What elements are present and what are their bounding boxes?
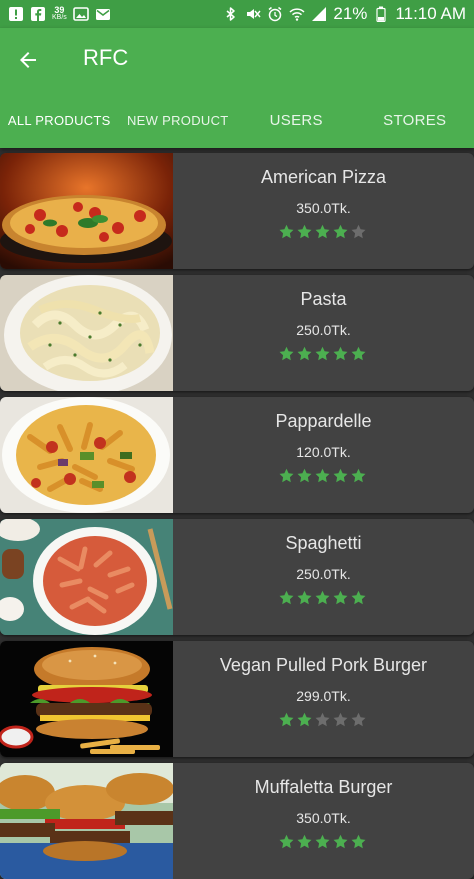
- product-price: 350.0Tk.: [173, 810, 474, 826]
- tab-label: ALL PRODUCTS: [8, 113, 111, 128]
- product-image-pizza: [0, 153, 173, 269]
- product-name: Spaghetti: [173, 533, 474, 554]
- rating-stars: [279, 468, 366, 483]
- product-card[interactable]: American Pizza 350.0Tk.: [0, 153, 474, 269]
- product-price: 250.0Tk.: [173, 322, 474, 338]
- product-name: Vegan Pulled Pork Burger: [173, 655, 474, 676]
- product-info: Spaghetti 250.0Tk.: [173, 519, 474, 635]
- alert-icon: [8, 6, 24, 22]
- network-speed-unit: KB/s: [52, 14, 67, 22]
- star-filled-icon: [351, 590, 366, 605]
- product-info: Muffaletta Burger 350.0Tk.: [173, 763, 474, 879]
- alarm-icon: [267, 6, 283, 22]
- app-title: RFC: [83, 45, 128, 71]
- product-info: Pappardelle 120.0Tk.: [173, 397, 474, 513]
- star-filled-icon: [279, 346, 294, 361]
- product-name: Pappardelle: [173, 411, 474, 432]
- product-image-burgers: [0, 763, 173, 879]
- tab-users[interactable]: USERS: [237, 92, 356, 148]
- star-filled-icon: [333, 468, 348, 483]
- product-image-fettuccine: [0, 275, 173, 391]
- product-card[interactable]: Muffaletta Burger 350.0Tk.: [0, 763, 474, 879]
- star-filled-icon: [297, 468, 312, 483]
- arrow-left-icon: [16, 48, 40, 72]
- tab-label: USERS: [270, 112, 323, 129]
- battery-percent: 21%: [333, 4, 367, 24]
- product-card[interactable]: Pasta 250.0Tk.: [0, 275, 474, 391]
- tab-new-product[interactable]: NEW PRODUCT: [119, 92, 238, 148]
- star-filled-icon: [279, 468, 294, 483]
- status-bar-left: 39 KB/s: [8, 6, 111, 22]
- star-filled-icon: [297, 224, 312, 239]
- app-bar: RFC ALL PRODUCTS NEW PRODUCT USERS STORE…: [0, 28, 474, 148]
- star-empty-icon: [351, 712, 366, 727]
- star-filled-icon: [297, 712, 312, 727]
- tab-stores[interactable]: STORES: [356, 92, 474, 148]
- network-speed: 39 KB/s: [52, 6, 67, 22]
- rating-stars: [279, 224, 366, 239]
- product-name: Muffaletta Burger: [173, 777, 474, 798]
- product-name: American Pizza: [173, 167, 474, 188]
- rating-stars: [279, 712, 366, 727]
- tab-label: NEW PRODUCT: [127, 113, 229, 128]
- product-image-burger: [0, 641, 173, 757]
- network-speed-value: 39: [52, 6, 67, 14]
- status-bar-right: 21% 11:10 AM: [223, 4, 466, 24]
- star-filled-icon: [351, 468, 366, 483]
- status-bar: 39 KB/s 21% 11:10 AM: [0, 0, 474, 28]
- signal-icon: [311, 6, 327, 22]
- product-price: 250.0Tk.: [173, 566, 474, 582]
- star-filled-icon: [333, 224, 348, 239]
- rating-stars: [279, 346, 366, 361]
- product-image-penne-tomato: [0, 519, 173, 635]
- product-image-penne-veg: [0, 397, 173, 513]
- facebook-icon: [30, 6, 46, 22]
- product-info: American Pizza 350.0Tk.: [173, 153, 474, 269]
- product-card[interactable]: Pappardelle 120.0Tk.: [0, 397, 474, 513]
- tab-all-products[interactable]: ALL PRODUCTS: [0, 92, 119, 148]
- tab-label: STORES: [383, 112, 446, 129]
- wifi-icon: [289, 6, 305, 22]
- star-filled-icon: [333, 590, 348, 605]
- product-name: Pasta: [173, 289, 474, 310]
- star-filled-icon: [315, 346, 330, 361]
- star-empty-icon: [333, 712, 348, 727]
- star-filled-icon: [279, 224, 294, 239]
- star-filled-icon: [351, 346, 366, 361]
- product-price: 350.0Tk.: [173, 200, 474, 216]
- star-filled-icon: [279, 712, 294, 727]
- star-empty-icon: [315, 712, 330, 727]
- product-price: 299.0Tk.: [173, 688, 474, 704]
- mute-icon: [245, 6, 261, 22]
- rating-stars: [279, 590, 366, 605]
- star-filled-icon: [297, 346, 312, 361]
- tab-bar: ALL PRODUCTS NEW PRODUCT USERS STORES: [0, 92, 474, 148]
- email-icon: [95, 6, 111, 22]
- back-button[interactable]: [14, 46, 42, 74]
- star-filled-icon: [315, 224, 330, 239]
- star-filled-icon: [279, 590, 294, 605]
- battery-icon: [373, 6, 389, 22]
- product-card[interactable]: Vegan Pulled Pork Burger 299.0Tk.: [0, 641, 474, 757]
- product-info: Vegan Pulled Pork Burger 299.0Tk.: [173, 641, 474, 757]
- product-price: 120.0Tk.: [173, 444, 474, 460]
- bluetooth-icon: [223, 6, 239, 22]
- gallery-icon: [73, 6, 89, 22]
- star-empty-icon: [351, 224, 366, 239]
- star-filled-icon: [297, 590, 312, 605]
- product-info: Pasta 250.0Tk.: [173, 275, 474, 391]
- product-card[interactable]: Spaghetti 250.0Tk.: [0, 519, 474, 635]
- clock: 11:10 AM: [395, 4, 466, 24]
- star-filled-icon: [315, 590, 330, 605]
- toolbar: RFC: [0, 28, 474, 92]
- star-filled-icon: [315, 468, 330, 483]
- star-filled-icon: [333, 346, 348, 361]
